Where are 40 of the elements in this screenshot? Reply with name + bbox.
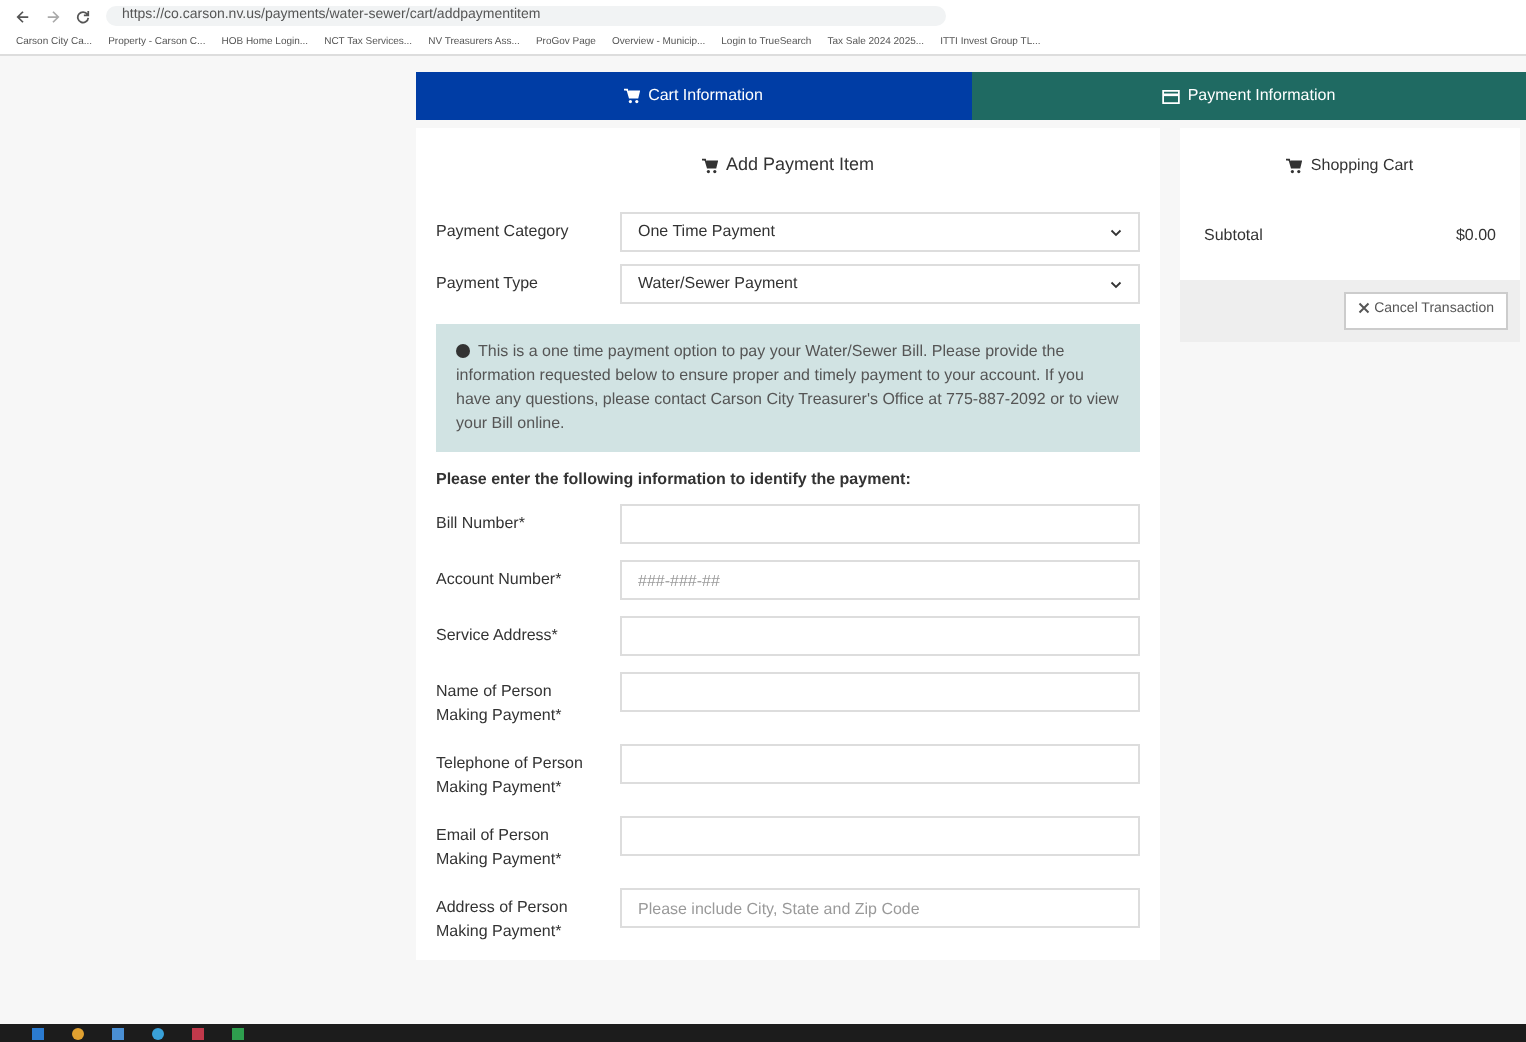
instructions-text: Please enter the following information to identify the payment:: [436, 468, 913, 492]
app-icon[interactable]: [232, 1027, 244, 1039]
input-field[interactable]: [620, 616, 1140, 656]
input-field[interactable]: [620, 816, 1140, 856]
chevron-down-icon: [1110, 226, 1122, 238]
subtotal-value: $0.00: [1455, 224, 1496, 248]
close-icon: [1358, 302, 1371, 315]
field-label: Payment Category: [436, 220, 571, 244]
credit-card-icon: [1161, 89, 1180, 103]
input-field[interactable]: [620, 744, 1140, 784]
tab[interactable]: Cart Information: [416, 72, 971, 120]
input-field[interactable]: [620, 672, 1140, 712]
field-label: Bill Number*: [436, 512, 527, 536]
input-field[interactable]: Please include City, State and Zip Code: [620, 888, 1140, 928]
field-label: Payment Type: [436, 272, 540, 296]
app-icon[interactable]: [152, 1027, 164, 1039]
input-field[interactable]: [620, 504, 1140, 544]
cart-icon: [701, 158, 718, 174]
select-field[interactable]: One Time Payment: [620, 212, 1140, 252]
section-title: Shopping Cart: [1310, 154, 1414, 178]
tab[interactable]: Payment Information: [971, 72, 1526, 120]
forward-icon[interactable]: [46, 9, 60, 23]
field-label: Account Number*: [436, 568, 564, 592]
field-label: Email of Person Making Payment*: [436, 824, 564, 872]
back-icon[interactable]: [16, 9, 30, 23]
reload-icon[interactable]: [76, 9, 90, 23]
section-title: Add Payment Item: [725, 152, 875, 179]
cart-icon: [1286, 158, 1303, 174]
field-label: Telephone of Person Making Payment*: [436, 752, 585, 800]
info-alert: This is a one time payment option to pay your Water/Sewer Bill. Please provide the information requested below to ensure proper and timely payment to your account. If you have any questions, please contact Carson City Treasurer's Office at 775-887-2092 or to view your Bill online.: [436, 324, 1140, 452]
field-label: Name of Person Making Payment*: [436, 680, 564, 728]
chevron-down-icon: [1110, 278, 1122, 290]
subtotal-label: Subtotal: [1204, 224, 1263, 248]
field-label: Service Address*: [436, 624, 560, 648]
info-icon: [456, 344, 470, 359]
app-icon[interactable]: [192, 1027, 204, 1039]
select-field[interactable]: Water/Sewer Payment: [620, 264, 1140, 304]
cart-icon: [624, 88, 641, 104]
input-field[interactable]: ###-###-##: [620, 560, 1140, 600]
field-label: Address of Person Making Payment*: [436, 896, 570, 944]
